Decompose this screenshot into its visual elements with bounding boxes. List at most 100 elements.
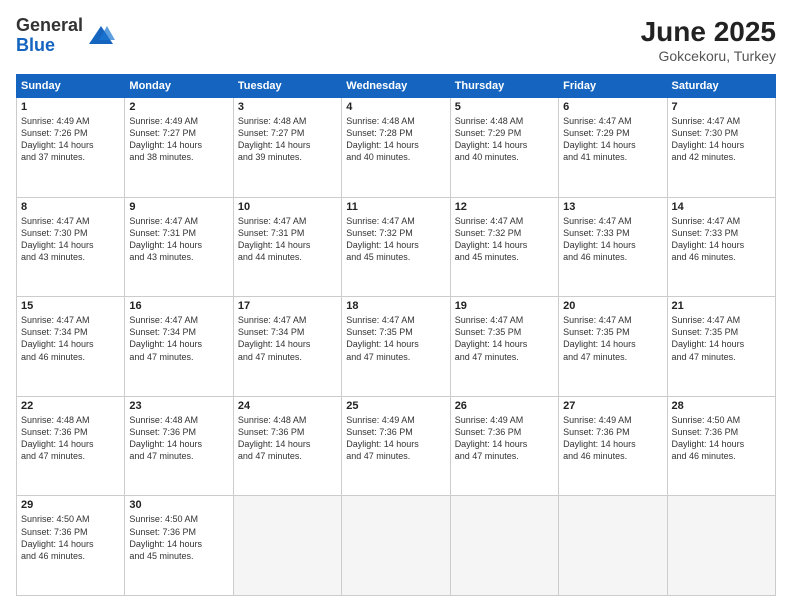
table-row: 23 Sunrise: 4:48 AMSunset: 7:36 PMDayligh… (125, 396, 233, 496)
day-number: 15 (21, 300, 120, 312)
day-info: Sunrise: 4:47 AMSunset: 7:29 PMDaylight:… (563, 115, 662, 164)
day-info: Sunrise: 4:50 AMSunset: 7:36 PMDaylight:… (21, 513, 120, 562)
calendar-header-row: Sunday Monday Tuesday Wednesday Thursday… (17, 75, 776, 98)
day-info: Sunrise: 4:48 AMSunset: 7:29 PMDaylight:… (455, 115, 554, 164)
day-number: 14 (672, 201, 771, 213)
table-row: 1 Sunrise: 4:49 AMSunset: 7:26 PMDaylight… (17, 98, 125, 198)
day-number: 27 (563, 400, 662, 412)
month-title: June 2025 (641, 16, 776, 48)
day-info: Sunrise: 4:47 AMSunset: 7:31 PMDaylight:… (129, 215, 228, 264)
day-number: 4 (346, 101, 445, 113)
calendar-table: Sunday Monday Tuesday Wednesday Thursday… (16, 74, 776, 596)
logo-general: General (16, 16, 83, 36)
day-number: 9 (129, 201, 228, 213)
table-row: 29 Sunrise: 4:50 AMSunset: 7:36 PMDayligh… (17, 496, 125, 596)
day-info: Sunrise: 4:47 AMSunset: 7:31 PMDaylight:… (238, 215, 337, 264)
day-info: Sunrise: 4:48 AMSunset: 7:36 PMDaylight:… (21, 414, 120, 463)
day-info: Sunrise: 4:48 AMSunset: 7:36 PMDaylight:… (129, 414, 228, 463)
day-info: Sunrise: 4:47 AMSunset: 7:34 PMDaylight:… (129, 314, 228, 363)
day-number: 12 (455, 201, 554, 213)
title-block: June 2025 Gokcekoru, Turkey (641, 16, 776, 64)
day-number: 30 (129, 499, 228, 511)
day-number: 28 (672, 400, 771, 412)
day-info: Sunrise: 4:49 AMSunset: 7:36 PMDaylight:… (563, 414, 662, 463)
table-row: 28 Sunrise: 4:50 AMSunset: 7:36 PMDayligh… (667, 396, 775, 496)
day-info: Sunrise: 4:47 AMSunset: 7:35 PMDaylight:… (672, 314, 771, 363)
day-info: Sunrise: 4:47 AMSunset: 7:35 PMDaylight:… (563, 314, 662, 363)
day-number: 21 (672, 300, 771, 312)
day-info: Sunrise: 4:48 AMSunset: 7:28 PMDaylight:… (346, 115, 445, 164)
table-row: 30Sunrise: 4:50 AMSunset: 7:36 PMDayligh… (125, 496, 233, 596)
day-info: Sunrise: 4:49 AMSunset: 7:36 PMDaylight:… (346, 414, 445, 463)
day-number: 20 (563, 300, 662, 312)
day-number: 22 (21, 400, 120, 412)
day-info: Sunrise: 4:47 AMSunset: 7:33 PMDaylight:… (563, 215, 662, 264)
calendar-week-row: 22 Sunrise: 4:48 AMSunset: 7:36 PMDayligh… (17, 396, 776, 496)
table-row: 13 Sunrise: 4:47 AMSunset: 7:33 PMDayligh… (559, 197, 667, 297)
table-row (233, 496, 341, 596)
col-sunday: Sunday (17, 75, 125, 98)
day-number: 23 (129, 400, 228, 412)
day-number: 2 (129, 101, 228, 113)
subtitle: Gokcekoru, Turkey (641, 48, 776, 64)
day-number: 13 (563, 201, 662, 213)
day-number: 29 (21, 499, 120, 511)
day-number: 5 (455, 101, 554, 113)
table-row (559, 496, 667, 596)
day-info: Sunrise: 4:47 AMSunset: 7:34 PMDaylight:… (238, 314, 337, 363)
day-info: Sunrise: 4:47 AMSunset: 7:30 PMDaylight:… (21, 215, 120, 264)
day-info: Sunrise: 4:49 AMSunset: 7:27 PMDaylight:… (129, 115, 228, 164)
day-number: 16 (129, 300, 228, 312)
day-info: Sunrise: 4:48 AMSunset: 7:27 PMDaylight:… (238, 115, 337, 164)
day-number: 1 (21, 101, 120, 113)
table-row: 27 Sunrise: 4:49 AMSunset: 7:36 PMDayligh… (559, 396, 667, 496)
table-row: 18Sunrise: 4:47 AMSunset: 7:35 PMDayligh… (342, 297, 450, 397)
table-row: 8 Sunrise: 4:47 AMSunset: 7:30 PMDaylight… (17, 197, 125, 297)
table-row: 7 Sunrise: 4:47 AMSunset: 7:30 PMDaylight… (667, 98, 775, 198)
col-wednesday: Wednesday (342, 75, 450, 98)
table-row: 11 Sunrise: 4:47 AMSunset: 7:32 PMDayligh… (342, 197, 450, 297)
table-row: 4 Sunrise: 4:48 AMSunset: 7:28 PMDaylight… (342, 98, 450, 198)
logo: General Blue (16, 16, 115, 56)
table-row: 24Sunrise: 4:48 AMSunset: 7:36 PMDayligh… (233, 396, 341, 496)
table-row: 2 Sunrise: 4:49 AMSunset: 7:27 PMDaylight… (125, 98, 233, 198)
day-number: 19 (455, 300, 554, 312)
day-info: Sunrise: 4:49 AMSunset: 7:36 PMDaylight:… (455, 414, 554, 463)
table-row: 10 Sunrise: 4:47 AMSunset: 7:31 PMDayligh… (233, 197, 341, 297)
table-row: 21 Sunrise: 4:47 AMSunset: 7:35 PMDayligh… (667, 297, 775, 397)
day-info: Sunrise: 4:50 AMSunset: 7:36 PMDaylight:… (672, 414, 771, 463)
day-info: Sunrise: 4:47 AMSunset: 7:32 PMDaylight:… (455, 215, 554, 264)
table-row: 17Sunrise: 4:47 AMSunset: 7:34 PMDayligh… (233, 297, 341, 397)
day-number: 26 (455, 400, 554, 412)
table-row (667, 496, 775, 596)
col-thursday: Thursday (450, 75, 558, 98)
table-row: 6 Sunrise: 4:47 AMSunset: 7:29 PMDaylight… (559, 98, 667, 198)
calendar-week-row: 15 Sunrise: 4:47 AMSunset: 7:34 PMDayligh… (17, 297, 776, 397)
table-row: 22 Sunrise: 4:48 AMSunset: 7:36 PMDayligh… (17, 396, 125, 496)
table-row: 9 Sunrise: 4:47 AMSunset: 7:31 PMDaylight… (125, 197, 233, 297)
logo-text: General Blue (16, 16, 83, 56)
table-row: 3Sunrise: 4:48 AMSunset: 7:27 PMDaylight… (233, 98, 341, 198)
table-row: 14 Sunrise: 4:47 AMSunset: 7:33 PMDayligh… (667, 197, 775, 297)
table-row (450, 496, 558, 596)
day-info: Sunrise: 4:47 AMSunset: 7:30 PMDaylight:… (672, 115, 771, 164)
col-tuesday: Tuesday (233, 75, 341, 98)
day-info: Sunrise: 4:47 AMSunset: 7:32 PMDaylight:… (346, 215, 445, 264)
col-monday: Monday (125, 75, 233, 98)
day-number: 8 (21, 201, 120, 213)
day-number: 18 (346, 300, 445, 312)
day-info: Sunrise: 4:49 AMSunset: 7:26 PMDaylight:… (21, 115, 120, 164)
table-row: 12 Sunrise: 4:47 AMSunset: 7:32 PMDayligh… (450, 197, 558, 297)
table-row (342, 496, 450, 596)
day-number: 6 (563, 101, 662, 113)
day-number: 11 (346, 201, 445, 213)
day-number: 24 (238, 400, 337, 412)
page: General Blue June 2025 Gokcekoru, Turkey… (0, 0, 792, 612)
day-info: Sunrise: 4:47 AMSunset: 7:35 PMDaylight:… (455, 314, 554, 363)
table-row: 26 Sunrise: 4:49 AMSunset: 7:36 PMDayligh… (450, 396, 558, 496)
col-saturday: Saturday (667, 75, 775, 98)
day-number: 10 (238, 201, 337, 213)
day-number: 7 (672, 101, 771, 113)
calendar-week-row: 8 Sunrise: 4:47 AMSunset: 7:30 PMDaylight… (17, 197, 776, 297)
day-info: Sunrise: 4:47 AMSunset: 7:33 PMDaylight:… (672, 215, 771, 264)
